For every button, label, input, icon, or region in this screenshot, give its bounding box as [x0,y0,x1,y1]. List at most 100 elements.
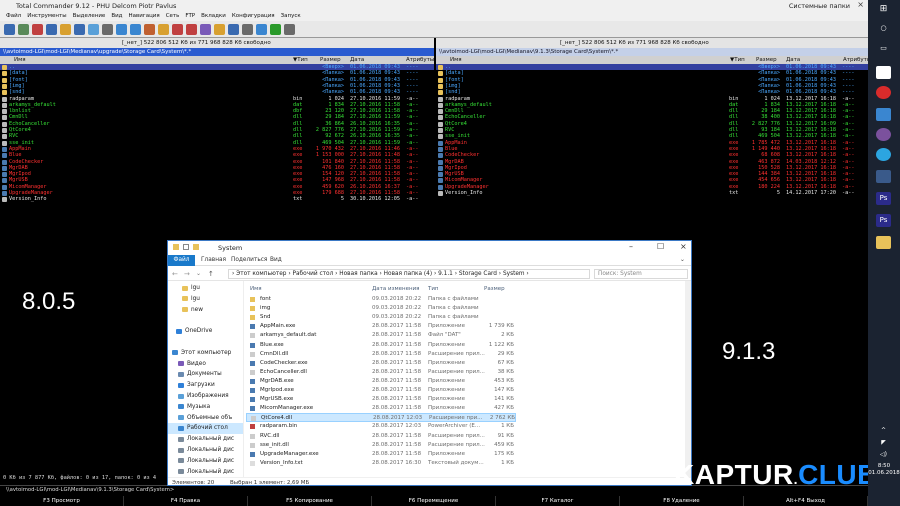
forward-icon[interactable]: → [184,270,190,278]
ribbon-tab-share[interactable]: Поделиться [231,255,267,266]
list-item[interactable]: QtCore4.dll 28.08.2017 12:03 Расширение пр… [246,413,516,423]
menu-item-0[interactable]: Файл [6,12,21,21]
toolbar-button-icon[interactable] [200,24,211,35]
close-icon[interactable]: × [680,242,687,251]
list-item[interactable]: MgrIpod.exe 28.08.2017 11:58 Приложение 147… [246,386,516,395]
list-item[interactable]: MgrDAB.exe 28.08.2017 11:58 Приложение 453 … [246,377,516,386]
list-item[interactable]: font 09.03.2018 20:22 Папка с файлами [246,295,516,304]
nav-item[interactable]: Объемные объ [168,413,243,424]
fkey-button[interactable]: F7 Каталог [496,496,620,506]
col-name[interactable]: Имя [450,56,462,64]
toolbar-button-icon[interactable] [102,24,113,35]
menu-item-8[interactable]: Конфигурация [232,12,275,21]
toolbar-button-icon[interactable] [158,24,169,35]
maximize-icon[interactable]: ☐ [657,242,664,251]
list-item[interactable]: radparam.bin 28.08.2017 12:03 PowerArchive… [246,422,516,431]
toolbar-button-icon[interactable] [130,24,141,35]
col-size[interactable]: Размер [756,56,777,64]
vertical-scrollbar[interactable] [685,281,691,477]
back-icon[interactable]: ← [172,270,178,278]
task-view-icon[interactable]: ▭ [876,42,891,55]
list-item[interactable]: CodeChecker.exe 28.08.2017 11:58 Приложени… [246,359,516,368]
nav-item[interactable]: Локальный дис [168,467,243,477]
nav-item[interactable]: Этот компьютер [168,348,243,359]
header-size[interactable]: Размер [484,286,505,292]
fkey-button[interactable]: F6 Перемещение [372,496,496,506]
recent-icon[interactable]: ⌄ [196,270,201,277]
fkey-button[interactable]: F5 Копирование [248,496,372,506]
toolbar-button-icon[interactable] [172,24,183,35]
nav-item[interactable]: Рабочий стол [168,423,243,434]
list-item[interactable]: CmnDll.dll 28.08.2017 11:58 Расширение при… [246,350,516,359]
search-input[interactable]: Поиск: System [594,269,688,279]
telegram-icon[interactable] [876,148,891,161]
total-commander-icon[interactable] [876,170,891,183]
photoshop-icon[interactable]: Ps [876,192,891,205]
ribbon-tab-view[interactable]: Вид [270,255,282,266]
ribbon-tab-file[interactable]: Файл [168,255,195,266]
nav-item[interactable]: lgu [168,283,243,294]
col-attr[interactable]: Атрибуты [406,56,434,64]
opera-icon[interactable] [876,86,891,99]
menu-item-3[interactable]: Вид [111,12,122,21]
col-date[interactable]: Дата [350,56,364,64]
fkey-button[interactable]: F3 Просмотр [0,496,124,506]
col-ext[interactable]: ▼Тип [730,56,745,64]
right-path-bar[interactable]: \\avtoimod-LGI\mod-LGI\Medianav\9.1.3\St… [436,48,868,56]
nav-item[interactable]: Документы [168,369,243,380]
fkey-button[interactable]: Alt+F4 Выход [744,496,868,506]
address-bar[interactable]: › Этот компьютер › Рабочий стол › Новая … [228,269,590,279]
close-icon[interactable]: × [857,0,864,9]
col-attr[interactable]: Атрибуты [843,56,871,64]
toolbar-button-icon[interactable] [144,24,155,35]
nav-item[interactable]: Музыка [168,402,243,413]
nav-item[interactable]: Загрузки [168,380,243,391]
menu-item-7[interactable]: Вкладки [201,12,226,21]
toolbar-button-icon[interactable] [60,24,71,35]
list-item[interactable]: MicomManager.exe 28.08.2017 11:58 Приложен… [246,404,516,413]
menu-item-9[interactable]: Запуск [281,12,301,21]
menu-item-2[interactable]: Выделение [73,12,106,21]
toolbar-button-icon[interactable] [4,24,15,35]
toolbar-button-icon[interactable] [214,24,225,35]
header-type[interactable]: Тип [428,286,439,292]
fkey-button[interactable]: F4 Правка [124,496,248,506]
menu-item-5[interactable]: Сеть [166,12,180,21]
col-name[interactable]: Имя [14,56,26,64]
clock[interactable]: 8:50 01.06.2018 [868,463,900,477]
left-drive-bar[interactable]: [_нет_] 522 806 512 Кб из 771 968 828 Кб… [0,38,434,48]
start-icon[interactable]: ⊞ [876,3,891,16]
nav-item[interactable]: Локальный дис [168,434,243,445]
list-item[interactable]: UpgradeManager.exe 28.08.2017 11:58 Прилож… [246,450,516,459]
toolbar-button-icon[interactable] [270,24,281,35]
toolbar-button-icon[interactable] [242,24,253,35]
col-ext[interactable]: ▼Тип [293,56,308,64]
properties-icon[interactable] [183,244,189,250]
mail-icon[interactable] [876,66,891,79]
new-folder-icon[interactable] [193,244,199,250]
list-item[interactable]: MgrUSB.exe 28.08.2017 11:58 Приложение 141 … [246,395,516,404]
menu-item-4[interactable]: Навигация [128,12,159,21]
list-item[interactable]: img 09.03.2018 20:22 Папка с файлами [246,304,516,313]
nav-item[interactable]: new [168,305,243,316]
nav-item[interactable]: OneDrive [168,326,243,337]
nav-item[interactable]: Видео [168,359,243,370]
explorer-icon[interactable] [876,236,891,249]
list-item[interactable]: Version_Info.txt 28.08.2017 16:30 Текстовы… [246,459,516,468]
menu-item-6[interactable]: FTP [185,12,195,21]
col-size[interactable]: Размер [320,56,341,64]
left-path-bar[interactable]: \\avtoimod-LGI\mod-LGI\Medianav\upgrade\… [0,48,434,56]
chevron-down-icon[interactable]: ⌄ [680,255,685,266]
toolbar-button-icon[interactable] [116,24,127,35]
list-item[interactable]: Snd 09.03.2018 20:22 Папка с файлами [246,313,516,322]
nav-item[interactable]: Локальный дис [168,456,243,467]
ribbon-tab-home[interactable]: Главная [201,255,226,266]
list-item[interactable]: arkamys_default.dat 28.08.2017 11:58 Файл … [246,331,516,340]
header-name[interactable]: Имя [250,286,262,292]
file-row[interactable]: Version_Info txt 5 30.10.2016 12:05 -a-- [0,196,434,203]
list-item[interactable]: RVC.dll 28.08.2017 11:58 Расширение прил..… [246,432,516,441]
store-icon[interactable] [876,108,891,121]
toolbar-button-icon[interactable] [284,24,295,35]
col-date[interactable]: Дата [786,56,800,64]
up-icon[interactable]: ↑ [208,270,214,278]
